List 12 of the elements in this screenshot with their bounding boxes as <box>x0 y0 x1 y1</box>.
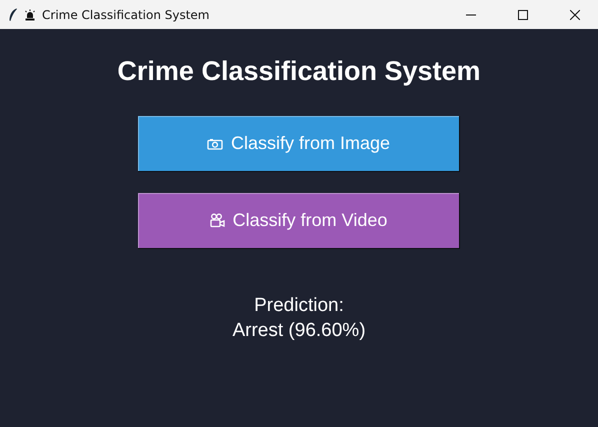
camera-icon <box>206 138 223 150</box>
video-camera-icon <box>210 213 225 228</box>
prediction-label: Prediction: <box>254 294 344 318</box>
prediction-value: Arrest (96.60%) <box>232 319 366 343</box>
siren-icon <box>24 8 36 20</box>
classify-video-button[interactable]: Classify from Video <box>138 193 460 249</box>
close-icon[interactable] <box>570 10 580 20</box>
maximize-icon[interactable] <box>518 10 528 20</box>
app-heading: Crime Classification System <box>117 55 481 87</box>
window-title: Crime Classification System <box>42 8 210 22</box>
classify-image-button[interactable]: Classify from Image <box>138 116 460 172</box>
feather-icon <box>8 8 18 22</box>
